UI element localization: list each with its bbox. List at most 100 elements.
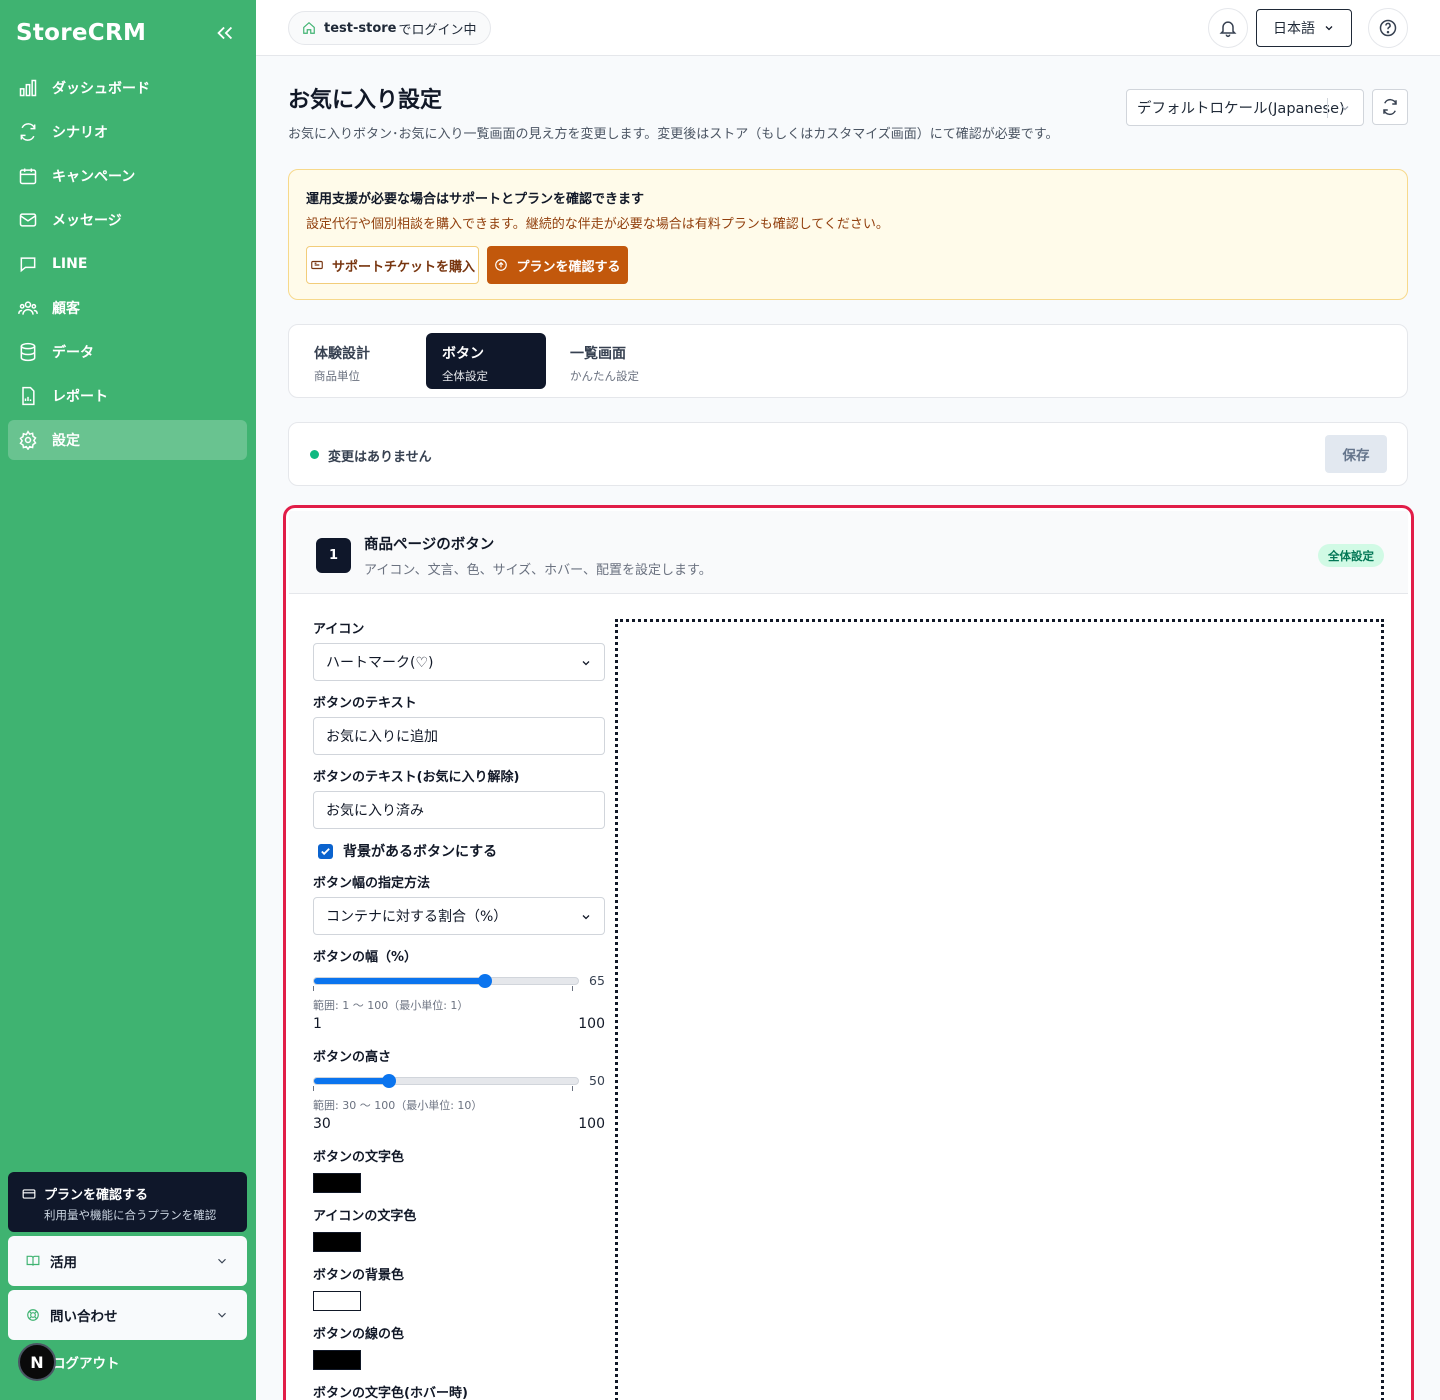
button-text-label: ボタンのテキスト bbox=[313, 696, 417, 711]
usage-accordion[interactable]: 活用 bbox=[8, 1236, 247, 1286]
upgrade-icon bbox=[495, 259, 508, 271]
width-mode-select[interactable]: コンテナに対する割合（%） bbox=[313, 897, 605, 935]
select-divider bbox=[1327, 98, 1328, 118]
sidebar: StoreCRM ダッシュボード シナリオ キャンペーン メッセージ LINE … bbox=[0, 0, 256, 1400]
text-color-swatch[interactable] bbox=[313, 1173, 361, 1193]
background-color-swatch[interactable] bbox=[313, 1291, 361, 1311]
width-range-text: 範囲: 1 〜 100（最小単位: 1） bbox=[313, 999, 469, 1012]
store-login-pill[interactable]: test-store でログイン中 bbox=[288, 11, 491, 45]
login-suffix: でログイン中 bbox=[398, 22, 477, 38]
slider-track[interactable] bbox=[313, 1074, 579, 1088]
page-title: お気に入り設定 bbox=[288, 88, 443, 113]
plan-card[interactable]: プランを確認する 利用量や機能に合うプランを確認 bbox=[8, 1172, 247, 1232]
slider-thumb[interactable] bbox=[382, 1074, 397, 1088]
sidebar-item-message[interactable]: メッセージ bbox=[8, 200, 247, 240]
bell-icon bbox=[1219, 21, 1237, 38]
chat-icon bbox=[20, 257, 36, 273]
icon-color-label: アイコンの文字色 bbox=[313, 1209, 417, 1224]
border-color-label: ボタンの線の色 bbox=[313, 1327, 405, 1342]
settings-tabs: 体験設計 商品単位 ボタン 全体設定 一覧画面 かんたん設定 bbox=[288, 324, 1408, 398]
tab-list-page[interactable]: 一覧画面 かんたん設定 bbox=[554, 333, 674, 389]
border-color-swatch[interactable] bbox=[313, 1350, 361, 1370]
tab-button[interactable]: ボタン 全体設定 bbox=[426, 333, 546, 389]
width-slider[interactable]: 65 bbox=[313, 970, 605, 992]
support-notice: 運用支援が必要な場合はサポートとプランを確認できます 設定代行や個別相談を購入で… bbox=[288, 169, 1408, 300]
button-text-input[interactable]: お気に入りに追加 bbox=[313, 717, 605, 755]
contact-accordion[interactable]: 問い合わせ bbox=[8, 1290, 247, 1340]
sidebar-item-label: LINE bbox=[52, 256, 88, 272]
avatar: N bbox=[18, 1343, 56, 1381]
chevron-down-icon bbox=[1341, 106, 1349, 111]
chevron-down-icon bbox=[582, 661, 590, 666]
tab-experience[interactable]: 体験設計 商品単位 bbox=[298, 333, 418, 389]
button-text-remove-input[interactable]: お気に入り済み bbox=[313, 791, 605, 829]
checkbox-checked[interactable] bbox=[318, 843, 333, 859]
check-icon bbox=[321, 847, 330, 855]
slider-thumb[interactable] bbox=[477, 974, 492, 988]
cycle-icon bbox=[20, 123, 36, 141]
sidebar-item-label: 顧客 bbox=[52, 301, 80, 317]
help-button[interactable] bbox=[1368, 8, 1408, 48]
tab-label: 体験設計 bbox=[314, 346, 370, 362]
store-name: test-store bbox=[324, 20, 397, 36]
calendar-icon bbox=[19, 168, 37, 185]
chevron-down-icon bbox=[218, 1258, 226, 1264]
sidebar-item-data[interactable]: データ bbox=[8, 332, 247, 372]
status-text: 変更はありません bbox=[328, 450, 432, 465]
height-slider[interactable]: 50 bbox=[313, 1070, 605, 1092]
height-minmax: 30 100 bbox=[313, 1116, 605, 1132]
slider-fill bbox=[314, 978, 485, 984]
logout-button[interactable]: N ログアウト bbox=[18, 1343, 120, 1381]
check-plan-button[interactable]: プランを確認する bbox=[487, 246, 628, 284]
locale-value: デフォルトロケール(Japanese) bbox=[1137, 101, 1345, 117]
save-button[interactable]: 保存 bbox=[1325, 435, 1387, 473]
background-checkbox-row[interactable]: 背景があるボタンにする bbox=[313, 841, 605, 861]
sidebar-item-label: レポート bbox=[52, 389, 108, 405]
check-plan-label: プランを確認する bbox=[516, 259, 621, 275]
notice-description: 設定代行や個別相談を購入できます。継続的な伴走が必要な場合は有料プランも確認して… bbox=[306, 217, 889, 232]
language-select[interactable]: 日本語 bbox=[1256, 9, 1352, 47]
icon-color-swatch[interactable] bbox=[313, 1232, 361, 1252]
sidebar-item-label: キャンペーン bbox=[52, 169, 136, 185]
sidebar-item-customers[interactable]: 顧客 bbox=[8, 288, 247, 328]
sidebar-item-scenario[interactable]: シナリオ bbox=[8, 112, 247, 152]
width-min: 1 bbox=[313, 1016, 322, 1032]
icon-select-value: ハートマーク(♡) bbox=[326, 655, 434, 671]
sidebar-item-campaign[interactable]: キャンペーン bbox=[8, 156, 247, 196]
usage-label: 活用 bbox=[50, 1255, 77, 1271]
sidebar-item-label: シナリオ bbox=[52, 125, 108, 141]
slider-tick bbox=[313, 1086, 314, 1091]
status-dot bbox=[310, 450, 319, 459]
locale-select[interactable]: デフォルトロケール(Japanese) bbox=[1126, 89, 1364, 126]
refresh-button[interactable] bbox=[1372, 89, 1408, 125]
sidebar-item-settings[interactable]: 設定 bbox=[8, 420, 247, 460]
book-icon bbox=[26, 1255, 40, 1266]
refresh-icon bbox=[1383, 98, 1397, 116]
slider-tick bbox=[313, 986, 314, 991]
icon-select[interactable]: ハートマーク(♡) bbox=[313, 643, 605, 681]
slider-track[interactable] bbox=[313, 974, 579, 988]
notification-button[interactable] bbox=[1208, 8, 1248, 48]
width-label: ボタンの幅（%） bbox=[313, 950, 418, 965]
sidebar-item-line[interactable]: LINE bbox=[8, 244, 247, 284]
tab-label: 一覧画面 bbox=[570, 346, 626, 362]
collapse-sidebar-icon[interactable] bbox=[214, 22, 236, 44]
hover-text-color-label: ボタンの文字色(ホバー時) bbox=[313, 1386, 468, 1400]
plan-card-subtitle: 利用量や機能に合うプランを確認 bbox=[44, 1208, 217, 1222]
icon-label: アイコン bbox=[313, 622, 365, 637]
width-value: 65 bbox=[589, 973, 605, 988]
sidebar-item-dashboard[interactable]: ダッシュボード bbox=[8, 68, 247, 108]
button-text-remove-value: お気に入り済み bbox=[326, 803, 424, 819]
tab-label: ボタン bbox=[442, 346, 484, 362]
database-icon bbox=[20, 342, 36, 362]
width-mode-label: ボタン幅の指定方法 bbox=[313, 876, 431, 891]
background-color-label: ボタンの背景色 bbox=[313, 1268, 405, 1283]
height-max: 100 bbox=[578, 1116, 605, 1132]
buy-ticket-button[interactable]: サポートチケットを購入 bbox=[306, 246, 479, 284]
background-checkbox-label: 背景があるボタンにする bbox=[343, 844, 498, 860]
sidebar-item-report[interactable]: レポート bbox=[8, 376, 247, 416]
home-icon bbox=[303, 21, 315, 34]
gear-icon bbox=[19, 430, 37, 450]
chevron-down-icon bbox=[1325, 26, 1333, 31]
language-value: 日本語 bbox=[1273, 21, 1315, 37]
